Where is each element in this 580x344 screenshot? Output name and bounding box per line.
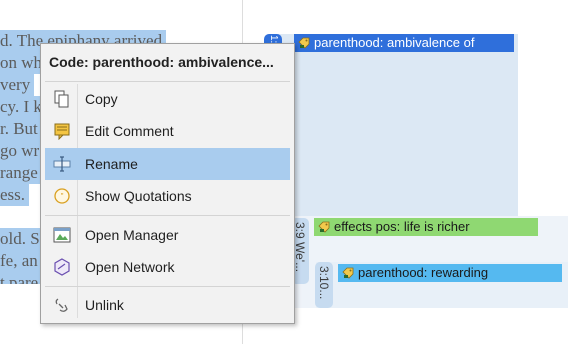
rename-icon: [53, 156, 71, 172]
menu-item-label: Edit Comment: [85, 123, 174, 139]
context-menu-title: Code: parenthood: ambivalence...: [49, 54, 274, 70]
document-line[interactable]: go wr: [0, 140, 44, 162]
menu-item-label: Show Quotations: [85, 188, 192, 204]
menu-item-open-manager[interactable]: Open Manager: [45, 219, 290, 251]
document-line[interactable]: cy. I k: [0, 96, 46, 118]
quotations-icon: ": [54, 188, 70, 204]
code-tag-label: parenthood: rewarding: [358, 265, 489, 280]
network-icon: [54, 258, 70, 276]
quotation-tab[interactable]: 3:10...: [315, 262, 333, 308]
code-tag[interactable]: effects pos: life is richer: [314, 218, 538, 236]
unlink-icon: [55, 298, 68, 312]
menu-item-rename[interactable]: Rename: [45, 148, 290, 180]
document-line[interactable]: range: [0, 162, 42, 184]
document-line[interactable]: very: [0, 74, 35, 96]
menu-item-label: Rename: [85, 156, 138, 172]
code-tag-label: parenthood: ambivalence of: [314, 35, 475, 50]
menu-separator: [45, 215, 290, 216]
comment-icon: [54, 123, 70, 140]
document-line[interactable]: r. But: [0, 118, 42, 140]
svg-text:": ": [61, 192, 64, 201]
menu-item-show-quotations[interactable]: " Show Quotations: [45, 180, 290, 212]
code-tag[interactable]: parenthood: ambivalence of: [294, 34, 514, 52]
menu-item-open-network[interactable]: Open Network: [45, 251, 290, 283]
copy-icon: [54, 90, 69, 108]
document-line[interactable]: fe, an: [0, 250, 42, 272]
menu-item-label: Open Network: [85, 259, 175, 275]
menu-separator: [45, 81, 290, 82]
code-icon: [342, 267, 354, 279]
document-line[interactable]: old. S: [0, 228, 44, 250]
document-line[interactable]: t pare: [0, 272, 43, 284]
menu-item-copy[interactable]: Copy: [45, 83, 290, 115]
context-menu: Code: parenthood: ambivalence... Copy Ed…: [40, 43, 295, 324]
code-tag[interactable]: parenthood: rewarding: [338, 264, 562, 282]
menu-item-label: Copy: [85, 91, 118, 107]
menu-item-label: Unlink: [85, 297, 124, 313]
quotation-tab-label: 3:10...: [317, 266, 331, 300]
margin-quotation-panel: [268, 34, 518, 216]
menu-item-label: Open Manager: [85, 227, 179, 243]
menu-item-edit-comment[interactable]: Edit Comment: [45, 115, 290, 147]
code-tag-label: effects pos: life is richer: [334, 219, 470, 234]
code-icon: [318, 221, 330, 233]
document-line[interactable]: ess.: [0, 184, 30, 206]
code-icon: [298, 37, 310, 49]
menu-separator: [45, 286, 290, 287]
manager-icon: [53, 227, 71, 243]
menu-item-unlink[interactable]: Unlink: [45, 289, 290, 321]
